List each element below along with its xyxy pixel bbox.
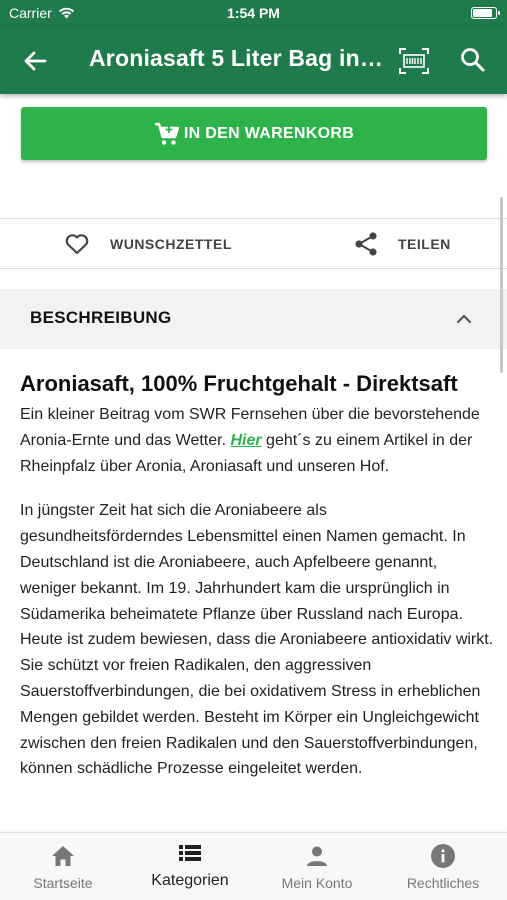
divider	[0, 218, 507, 219]
description-paragraph: Ein kleiner Beitrag vom SWR Fernsehen üb…	[20, 402, 494, 479]
share-button[interactable]: TEILEN	[354, 220, 451, 268]
tab-label: Startseite	[33, 875, 93, 891]
wishlist-button[interactable]: WUNSCHZETTEL	[64, 220, 232, 268]
battery-icon	[471, 7, 500, 19]
tab-startseite[interactable]: Startseite	[0, 833, 126, 900]
share-icon	[355, 232, 377, 256]
tab-label: Rechtliches	[406, 875, 480, 891]
share-label: TEILEN	[398, 236, 451, 252]
barcode-scan-icon[interactable]	[398, 46, 430, 76]
cart-icon	[154, 122, 180, 145]
divider	[0, 268, 507, 269]
add-to-cart-button[interactable]: IN DEN WARENKORB	[21, 107, 487, 160]
description-paragraph: In jüngster Zeit hat sich die Aroniabeer…	[20, 502, 494, 778]
status-time: 1:54 PM	[227, 5, 280, 21]
description-body: Aroniasaft, 100% Fruchtgehalt - Direktsa…	[20, 368, 494, 782]
home-icon	[52, 846, 74, 866]
tab-rechtliches[interactable]: Rechtliches	[380, 833, 506, 900]
scrollbar[interactable]	[500, 197, 503, 373]
tab-label: Kategorien	[151, 872, 229, 889]
info-icon	[431, 844, 455, 868]
search-icon[interactable]	[458, 45, 488, 75]
status-bar: Carrier 1:54 PM	[0, 0, 507, 26]
list-icon	[179, 845, 201, 861]
description-heading: Aroniasaft, 100% Fruchtgehalt - Direktsa…	[20, 371, 458, 396]
page-title: Aroniasaft 5 Liter Bag in Box	[89, 45, 385, 71]
add-to-cart-label: IN DEN WARENKORB	[183, 124, 355, 142]
chevron-up-icon[interactable]	[454, 309, 474, 329]
back-arrow-icon[interactable]	[20, 46, 50, 76]
tab-kategorien[interactable]: Kategorien	[127, 833, 253, 900]
wishlist-label: WUNSCHZETTEL	[110, 236, 232, 252]
section-title: BESCHREIBUNG	[30, 308, 172, 327]
app-bar: Aroniasaft 5 Liter Bag in Box	[0, 26, 507, 94]
description-section-header[interactable]: BESCHREIBUNG	[0, 289, 507, 349]
product-actions: WUNSCHZETTEL TEILEN	[0, 220, 507, 268]
person-icon	[307, 846, 327, 866]
tab-label: Mein Konto	[281, 875, 353, 891]
tab-bar: Startseite Kategorien Mein Konto Rechtli…	[0, 832, 507, 900]
heart-icon	[65, 234, 89, 255]
article-link[interactable]: Hier	[230, 432, 261, 449]
tab-mein-konto[interactable]: Mein Konto	[254, 833, 380, 900]
product-content[interactable]: IN DEN WARENKORB WUNSCHZETTEL TEILEN BES…	[0, 94, 507, 832]
